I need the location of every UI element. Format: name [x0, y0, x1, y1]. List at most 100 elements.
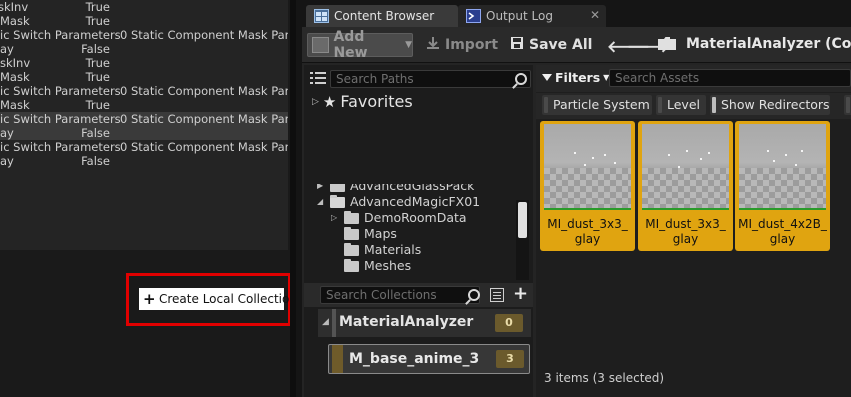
import-icon: [426, 36, 440, 54]
add-new-icon: [312, 37, 330, 53]
save-icon: [510, 36, 524, 54]
tree-item-label: Meshes: [364, 258, 412, 273]
property-list: skInv True Mask True ic Switch Parameter…: [0, 0, 288, 250]
property-row[interactable]: Mask True: [0, 98, 288, 112]
search-icon: [515, 73, 527, 85]
content-browser-icon: [314, 9, 329, 23]
folder-icon: [344, 258, 359, 272]
tree-item-label: AdvancedMagicFX01: [350, 194, 481, 209]
collection-list-icon[interactable]: [490, 288, 504, 302]
list-view-icon[interactable]: [310, 72, 326, 87]
folder-icon: [344, 226, 359, 240]
property-value: False: [81, 126, 110, 140]
filters-bar: Filters ▼ Search Assets: [536, 65, 851, 92]
filter-chip-level[interactable]: Level: [656, 95, 706, 115]
search-icon: [468, 289, 480, 301]
tree-item-label: Materials: [364, 242, 422, 257]
filter-chip-particle-system[interactable]: Particle System: [542, 95, 652, 115]
collection-group[interactable]: ◢ MaterialAnalyzer 0: [318, 309, 531, 337]
search-paths-input[interactable]: Search Paths: [330, 70, 531, 88]
property-value: False: [81, 42, 110, 56]
collection-group-name: MaterialAnalyzer: [339, 314, 474, 330]
filter-chip-show-redirectors[interactable]: Show Redirectors: [710, 95, 830, 115]
property-value: True: [85, 98, 110, 112]
tree-item-meshes[interactable]: Meshes: [344, 258, 411, 274]
tree-item-maps[interactable]: Maps: [344, 226, 397, 242]
chevron-right-icon: ▶: [317, 184, 324, 190]
property-extra: 0 Static Component Mask Para: [120, 112, 288, 126]
filter-icon: [542, 74, 552, 81]
property-value: False: [81, 154, 110, 168]
property-row[interactable]: Mask True: [0, 14, 288, 28]
asset-name: MI_dust_3x3_ glay: [640, 217, 731, 247]
save-all-label: Save All: [529, 37, 593, 53]
path-breadcrumb[interactable]: MaterialAnalyzer (Collec: [686, 36, 851, 52]
asset-tile[interactable]: MI_dust_3x3_ glay: [638, 121, 733, 251]
filter-chips: Particle System Level Show Redirectors: [536, 93, 851, 119]
property-row[interactable]: ic Switch Parameters 0 Static Component …: [0, 84, 288, 98]
property-row[interactable]: skInv True: [0, 0, 288, 14]
tree-item-advancedglasspack[interactable]: ▶ AdvancedGlassPack: [317, 184, 474, 194]
scrollbar-thumb[interactable]: [518, 202, 527, 238]
property-row[interactable]: ic Switch Parameters 0 Static Component …: [0, 140, 288, 154]
save-all-button[interactable]: Save All: [510, 33, 592, 57]
asset-tile[interactable]: MI_dust_3x3_ glay: [540, 121, 635, 251]
search-assets-input[interactable]: Search Assets: [609, 69, 851, 87]
folder-tree: ▶ AdvancedGlassPack ◢ AdvancedMagicFX01 …: [304, 184, 529, 282]
import-label: Import: [445, 37, 499, 53]
collection-item[interactable]: M_base_anime_3 3: [328, 344, 530, 374]
property-extra: 0 Static Component Mask Para: [120, 28, 288, 42]
favorites-section[interactable]: ▷ ★ Favorites: [312, 92, 413, 111]
collection-color-bar: [332, 345, 343, 373]
folder-icon: [330, 184, 345, 192]
chevron-down-icon: ◢: [317, 197, 324, 206]
filters-label: Filters: [555, 70, 601, 85]
property-name: ic Switch Parameters: [0, 84, 121, 98]
tab-output-log[interactable]: Output Log ✕: [458, 5, 606, 27]
collections-header: Search Collections +: [304, 283, 533, 307]
filter-chip-overflow[interactable]: [844, 95, 851, 115]
property-row[interactable]: ay False: [0, 42, 288, 56]
search-collections-input[interactable]: Search Collections: [320, 286, 480, 304]
property-row[interactable]: ay False: [0, 126, 288, 140]
tab-label: Output Log: [486, 9, 553, 23]
property-row[interactable]: Mask True: [0, 70, 288, 84]
collection-count-badge: 3: [496, 350, 524, 368]
close-icon[interactable]: ✕: [590, 8, 600, 22]
property-value: True: [85, 70, 110, 84]
context-menu-highlight: + Create Local Collection: [126, 273, 296, 326]
property-name: ic Switch Parameters: [0, 112, 121, 126]
property-name: ic Switch Parameters: [0, 28, 121, 42]
tree-item-demoroomdata[interactable]: ▷ DemoRoomData: [331, 210, 467, 226]
filters-button[interactable]: Filters ▼: [542, 70, 609, 85]
favorites-label: Favorites: [340, 92, 413, 111]
tab-content-browser[interactable]: Content Browser: [306, 5, 458, 27]
property-row[interactable]: ic Switch Parameters 0 Static Component …: [0, 28, 288, 42]
tree-item-materials[interactable]: Materials: [344, 242, 421, 258]
create-local-collection-menu-item[interactable]: + Create Local Collection: [139, 288, 296, 310]
property-row[interactable]: ay False: [0, 154, 288, 168]
folder-icon: [344, 242, 359, 256]
asset-name-line: MI_dust_3x3_: [645, 217, 726, 231]
folder-icon: [344, 210, 359, 224]
property-row[interactable]: skInv True: [0, 56, 288, 70]
collection-item-name: M_base_anime_3: [349, 351, 480, 367]
toolbar: Add New ▼ Import Save All 🡐 🡒 MaterialAn…: [302, 27, 851, 63]
content-browser: Add New ▼ Import Save All 🡐 🡒 MaterialAn…: [302, 27, 851, 397]
asset-tile[interactable]: MI_dust_4x2B_ glay: [735, 121, 830, 251]
chevron-right-icon: ▷: [331, 213, 338, 222]
tree-item-advancedmagicfx01[interactable]: ◢ AdvancedMagicFX01: [317, 194, 480, 210]
import-button[interactable]: Import: [426, 33, 498, 57]
property-row[interactable]: ic Switch Parameters 0 Static Component …: [0, 112, 288, 126]
tree-scrollbar[interactable]: [516, 200, 529, 280]
panel-splitter[interactable]: [290, 0, 296, 397]
tab-bar: Content Browser Output Log ✕: [302, 0, 851, 29]
folder-open-icon: [330, 194, 345, 208]
property-name: ic Switch Parameters: [0, 140, 121, 154]
material-thumbnail: [739, 124, 826, 210]
tree-item-label: AdvancedGlassPack: [350, 184, 475, 193]
collection-color-bar: [332, 309, 336, 337]
folder-icon: [658, 37, 676, 50]
add-new-button[interactable]: Add New ▼: [307, 29, 413, 61]
add-collection-icon[interactable]: +: [513, 283, 528, 304]
